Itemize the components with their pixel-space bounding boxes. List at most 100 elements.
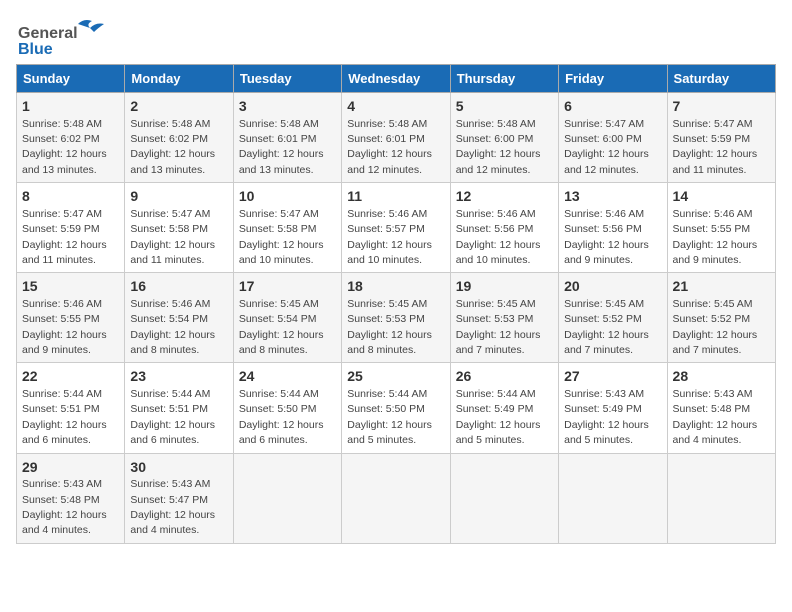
- daylight: Daylight: 12 hours and 5 minutes.: [456, 419, 541, 446]
- calendar-cell: 20Sunrise: 5:45 AMSunset: 5:52 PMDayligh…: [559, 273, 667, 363]
- calendar-cell: 16Sunrise: 5:46 AMSunset: 5:54 PMDayligh…: [125, 273, 233, 363]
- day-number: 7: [673, 97, 770, 117]
- sunrise: Sunrise: 5:44 AM: [239, 388, 319, 400]
- calendar-cell: 7Sunrise: 5:47 AMSunset: 5:59 PMDaylight…: [667, 93, 775, 183]
- day-number: 19: [456, 277, 553, 297]
- calendar-cell: 28Sunrise: 5:43 AMSunset: 5:48 PMDayligh…: [667, 363, 775, 453]
- sunset: Sunset: 5:50 PM: [239, 403, 317, 415]
- day-number: 27: [564, 367, 661, 387]
- sunset: Sunset: 5:51 PM: [130, 403, 208, 415]
- sunrise: Sunrise: 5:44 AM: [22, 388, 102, 400]
- sunset: Sunset: 5:58 PM: [130, 223, 208, 235]
- day-number: 10: [239, 187, 336, 207]
- daylight: Daylight: 12 hours and 10 minutes.: [347, 239, 432, 266]
- sunrise: Sunrise: 5:45 AM: [564, 298, 644, 310]
- daylight: Daylight: 12 hours and 4 minutes.: [130, 509, 215, 536]
- daylight: Daylight: 12 hours and 7 minutes.: [564, 329, 649, 356]
- sunset: Sunset: 5:56 PM: [564, 223, 642, 235]
- daylight: Daylight: 12 hours and 8 minutes.: [347, 329, 432, 356]
- calendar-cell: 3Sunrise: 5:48 AMSunset: 6:01 PMDaylight…: [233, 93, 341, 183]
- sunset: Sunset: 5:49 PM: [456, 403, 534, 415]
- day-number: 13: [564, 187, 661, 207]
- day-number: 26: [456, 367, 553, 387]
- sunrise: Sunrise: 5:47 AM: [564, 118, 644, 130]
- sunset: Sunset: 5:47 PM: [130, 494, 208, 506]
- sunset: Sunset: 5:56 PM: [456, 223, 534, 235]
- calendar-cell: 29Sunrise: 5:43 AMSunset: 5:48 PMDayligh…: [17, 453, 125, 543]
- daylight: Daylight: 12 hours and 10 minutes.: [239, 239, 324, 266]
- daylight: Daylight: 12 hours and 5 minutes.: [347, 419, 432, 446]
- sunrise: Sunrise: 5:44 AM: [130, 388, 210, 400]
- header: General Blue: [16, 16, 776, 56]
- daylight: Daylight: 12 hours and 7 minutes.: [673, 329, 758, 356]
- sunrise: Sunrise: 5:43 AM: [22, 478, 102, 490]
- day-number: 6: [564, 97, 661, 117]
- sunrise: Sunrise: 5:45 AM: [347, 298, 427, 310]
- sunrise: Sunrise: 5:48 AM: [130, 118, 210, 130]
- day-header-friday: Friday: [559, 65, 667, 93]
- calendar-cell: 30Sunrise: 5:43 AMSunset: 5:47 PMDayligh…: [125, 453, 233, 543]
- daylight: Daylight: 12 hours and 5 minutes.: [564, 419, 649, 446]
- day-header-monday: Monday: [125, 65, 233, 93]
- logo: General Blue: [16, 16, 106, 56]
- day-header-tuesday: Tuesday: [233, 65, 341, 93]
- daylight: Daylight: 12 hours and 11 minutes.: [130, 239, 215, 266]
- daylight: Daylight: 12 hours and 13 minutes.: [130, 148, 215, 175]
- sunset: Sunset: 6:01 PM: [347, 133, 425, 145]
- sunset: Sunset: 6:01 PM: [239, 133, 317, 145]
- sunrise: Sunrise: 5:47 AM: [130, 208, 210, 220]
- daylight: Daylight: 12 hours and 12 minutes.: [347, 148, 432, 175]
- sunset: Sunset: 6:02 PM: [130, 133, 208, 145]
- day-number: 2: [130, 97, 227, 117]
- calendar-cell: [233, 453, 341, 543]
- daylight: Daylight: 12 hours and 13 minutes.: [239, 148, 324, 175]
- sunset: Sunset: 5:57 PM: [347, 223, 425, 235]
- day-number: 25: [347, 367, 444, 387]
- sunset: Sunset: 5:53 PM: [456, 313, 534, 325]
- sunset: Sunset: 6:00 PM: [564, 133, 642, 145]
- day-number: 18: [347, 277, 444, 297]
- sunset: Sunset: 6:00 PM: [456, 133, 534, 145]
- day-number: 29: [22, 458, 119, 478]
- calendar-cell: [667, 453, 775, 543]
- calendar-cell: [450, 453, 558, 543]
- calendar-cell: 12Sunrise: 5:46 AMSunset: 5:56 PMDayligh…: [450, 183, 558, 273]
- calendar-cell: 10Sunrise: 5:47 AMSunset: 5:58 PMDayligh…: [233, 183, 341, 273]
- calendar-cell: 15Sunrise: 5:46 AMSunset: 5:55 PMDayligh…: [17, 273, 125, 363]
- sunset: Sunset: 5:59 PM: [673, 133, 751, 145]
- calendar-cell: 19Sunrise: 5:45 AMSunset: 5:53 PMDayligh…: [450, 273, 558, 363]
- day-number: 9: [130, 187, 227, 207]
- daylight: Daylight: 12 hours and 8 minutes.: [130, 329, 215, 356]
- calendar-cell: 1Sunrise: 5:48 AMSunset: 6:02 PMDaylight…: [17, 93, 125, 183]
- daylight: Daylight: 12 hours and 6 minutes.: [22, 419, 107, 446]
- daylight: Daylight: 12 hours and 9 minutes.: [564, 239, 649, 266]
- daylight: Daylight: 12 hours and 4 minutes.: [673, 419, 758, 446]
- sunrise: Sunrise: 5:46 AM: [456, 208, 536, 220]
- sunset: Sunset: 5:52 PM: [673, 313, 751, 325]
- sunrise: Sunrise: 5:43 AM: [130, 478, 210, 490]
- calendar-cell: 17Sunrise: 5:45 AMSunset: 5:54 PMDayligh…: [233, 273, 341, 363]
- day-header-sunday: Sunday: [17, 65, 125, 93]
- daylight: Daylight: 12 hours and 6 minutes.: [239, 419, 324, 446]
- day-number: 17: [239, 277, 336, 297]
- sunrise: Sunrise: 5:46 AM: [673, 208, 753, 220]
- daylight: Daylight: 12 hours and 11 minutes.: [22, 239, 107, 266]
- day-number: 24: [239, 367, 336, 387]
- sunset: Sunset: 5:54 PM: [239, 313, 317, 325]
- day-number: 3: [239, 97, 336, 117]
- daylight: Daylight: 12 hours and 9 minutes.: [673, 239, 758, 266]
- day-header-saturday: Saturday: [667, 65, 775, 93]
- day-number: 12: [456, 187, 553, 207]
- sunset: Sunset: 5:53 PM: [347, 313, 425, 325]
- day-number: 22: [22, 367, 119, 387]
- sunset: Sunset: 5:51 PM: [22, 403, 100, 415]
- sunrise: Sunrise: 5:46 AM: [130, 298, 210, 310]
- sunrise: Sunrise: 5:48 AM: [22, 118, 102, 130]
- sunrise: Sunrise: 5:43 AM: [564, 388, 644, 400]
- calendar-cell: 27Sunrise: 5:43 AMSunset: 5:49 PMDayligh…: [559, 363, 667, 453]
- sunset: Sunset: 5:50 PM: [347, 403, 425, 415]
- sunrise: Sunrise: 5:43 AM: [673, 388, 753, 400]
- day-number: 11: [347, 187, 444, 207]
- day-number: 23: [130, 367, 227, 387]
- day-header-thursday: Thursday: [450, 65, 558, 93]
